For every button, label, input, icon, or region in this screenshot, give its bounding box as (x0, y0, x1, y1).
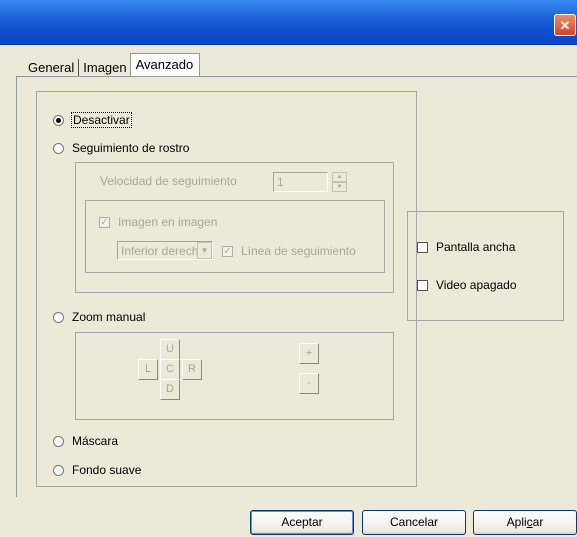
tab-general[interactable]: General (25, 58, 77, 78)
radio-zoom[interactable]: Zoom manual (53, 310, 145, 324)
checkbox[interactable] (417, 279, 428, 291)
radio-fondo-label: Fondo suave (72, 463, 142, 477)
aceptar-button[interactable]: Aceptar (250, 510, 354, 535)
mode-group: Desactivar Seguimiento de rostro Velocid… (36, 91, 417, 487)
pad-left-button[interactable]: L (138, 359, 158, 380)
close-button[interactable]: ✕ (554, 14, 576, 36)
pad-down-button[interactable]: D (160, 379, 180, 400)
pad-center-button[interactable]: C (160, 359, 180, 380)
tracking-subgroup: Velocidad de seguimiento 1 ▲ ▼ ✓ Imagen … (75, 162, 394, 293)
dialog-body: General Imagen Avanzado Desactivar Segui… (0, 45, 577, 537)
zoom-in-button[interactable]: + (299, 343, 319, 364)
posicion-value: Inferior derecho (121, 244, 206, 258)
radio-button[interactable] (53, 435, 64, 447)
cancelar-label: Cancelar (389, 515, 439, 529)
cancelar-button[interactable]: Cancelar (362, 510, 466, 535)
display-options-group: Pantalla ancha Video apagado (407, 211, 564, 321)
close-icon: ✕ (559, 17, 571, 33)
tab-panel-avanzado: Desactivar Seguimiento de rostro Velocid… (16, 76, 577, 497)
velocidad-value: 1 (277, 175, 284, 189)
zoom-out-button[interactable]: - (299, 373, 319, 394)
checkbox-checked-disabled[interactable]: ✓ (99, 216, 110, 228)
zoom-subgroup: U L C R D + - (75, 332, 394, 420)
check-imagen-en-imagen[interactable]: ✓ Imagen en imagen (99, 215, 217, 229)
aceptar-label: Aceptar (281, 515, 323, 529)
check-pantalla-ancha[interactable]: Pantalla ancha (417, 240, 515, 254)
check-linea-seguimiento[interactable]: ✓ Línea de seguimiento (222, 244, 384, 258)
title-bar: ✕ (0, 0, 577, 45)
radio-button[interactable] (53, 311, 64, 323)
aplicar-label-end: ar (532, 515, 544, 529)
checkbox[interactable] (417, 241, 428, 253)
linea-seguimiento-label: Línea de seguimiento (241, 244, 356, 258)
velocidad-input[interactable]: 1 (273, 172, 328, 192)
spin-up-arrow-icon[interactable]: ▲ (332, 172, 347, 182)
pantalla-ancha-label: Pantalla ancha (436, 240, 516, 254)
radio-seguimiento-label: Seguimiento de rostro (72, 141, 190, 155)
pad-up-button[interactable]: U (160, 339, 180, 360)
radio-button[interactable] (53, 142, 64, 154)
radio-desactivar-label: Desactivar (71, 112, 132, 128)
pad-right-button[interactable]: R (182, 359, 202, 380)
aplicar-label-start: Apli (506, 515, 527, 529)
radio-mascara-label: Máscara (72, 434, 119, 448)
dropdown-arrow-icon[interactable]: ▼ (197, 242, 212, 259)
radio-button-selected[interactable] (53, 114, 64, 126)
spin-down-arrow-icon[interactable]: ▼ (332, 182, 347, 192)
imagen-en-imagen-label: Imagen en imagen (118, 215, 218, 229)
tab-strip: General Imagen Avanzado (25, 52, 201, 79)
radio-mascara[interactable]: Máscara (53, 434, 118, 448)
pip-subgroup: ✓ Imagen en imagen Inferior derecho ▼ ✓ … (85, 200, 385, 273)
tab-divider (78, 59, 80, 77)
radio-zoom-label: Zoom manual (72, 310, 146, 324)
aplicar-button[interactable]: Aplicar (473, 510, 577, 535)
video-apagado-label: Video apagado (436, 278, 517, 292)
radio-seguimiento[interactable]: Seguimiento de rostro (53, 141, 189, 155)
checkbox-checked-disabled[interactable]: ✓ (222, 245, 233, 257)
aplicar-label: Aplicar (507, 515, 544, 529)
check-video-apagado[interactable]: Video apagado (417, 278, 517, 292)
radio-fondo[interactable]: Fondo suave (53, 463, 141, 477)
velocidad-label: Velocidad de seguimiento (100, 174, 237, 188)
tab-imagen[interactable]: Imagen (80, 58, 129, 78)
radio-button[interactable] (53, 464, 64, 476)
radio-desactivar[interactable]: Desactivar (53, 112, 132, 128)
